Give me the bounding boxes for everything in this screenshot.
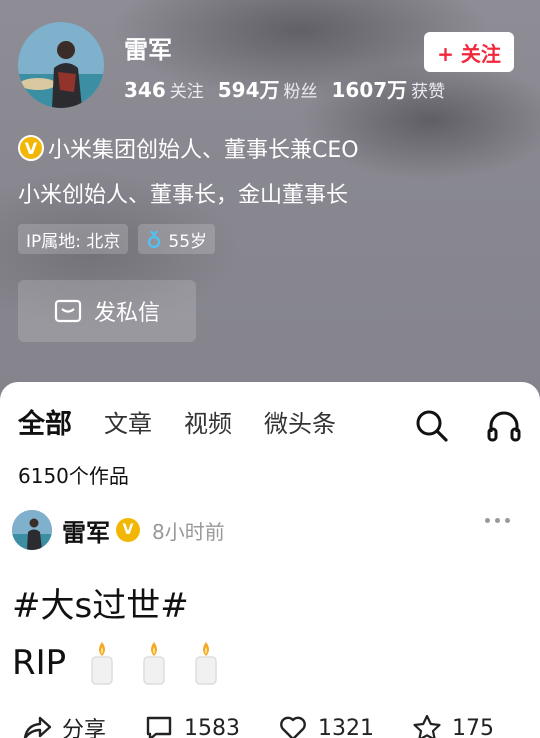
post-body: RIP	[12, 640, 222, 686]
age-text: 55岁	[168, 231, 208, 252]
favorite-count: 175	[452, 715, 495, 738]
stat-label: 获赞	[411, 82, 446, 102]
candle-icon	[86, 640, 118, 686]
stat-following[interactable]: 346 关注	[124, 77, 204, 102]
tab-videos[interactable]: 视频	[184, 404, 232, 439]
follow-button[interactable]: + 关注	[424, 32, 514, 72]
stat-value: 1607万	[331, 78, 408, 102]
post-header: 雷军 V 8小时前	[12, 510, 528, 550]
stat-label: 粉丝	[283, 82, 318, 102]
stat-likes: 1607万 获赞	[332, 74, 446, 103]
verification-text: 小米集团创始人、董事长兼CEO	[48, 138, 359, 163]
share-icon	[22, 714, 52, 738]
content-panel: 全部 文章 视频 微头条 6150个作品 雷军 V 8小时前 #大s过世# RI…	[0, 382, 540, 738]
candle-icon	[138, 640, 170, 686]
comment-button[interactable]: 1583	[144, 714, 240, 738]
candle-icon	[190, 640, 222, 686]
stat-value: 346	[124, 78, 166, 102]
comment-icon	[144, 714, 174, 738]
post-time: 8小时前	[152, 519, 225, 544]
headphones-icon[interactable]	[486, 408, 522, 448]
tab-all[interactable]: 全部	[18, 402, 72, 441]
tab-articles[interactable]: 文章	[104, 404, 152, 439]
content-tabs: 全部 文章 视频 微头条	[18, 402, 368, 441]
message-button[interactable]: 发私信	[18, 280, 196, 342]
share-button[interactable]: 分享	[22, 712, 106, 738]
male-icon	[146, 229, 162, 249]
post-actions: 分享 1583 1321 175	[22, 712, 522, 738]
works-count: 6150个作品	[18, 464, 129, 488]
post-author-avatar[interactable]	[12, 510, 52, 550]
mail-icon	[54, 299, 82, 323]
comment-count: 1583	[184, 715, 241, 738]
profile-avatar[interactable]	[18, 22, 104, 108]
age-tag: 55岁	[138, 224, 216, 254]
post-body-text: RIP	[12, 643, 67, 683]
heart-icon	[278, 714, 308, 738]
post-hashtag-title[interactable]: #大s过世#	[12, 578, 189, 627]
more-options-icon[interactable]	[485, 518, 510, 523]
verification-line: V 小米集团创始人、董事长兼CEO	[18, 132, 359, 164]
stat-label: 关注	[169, 82, 204, 102]
verified-icon: V	[18, 135, 44, 161]
profile-name: 雷军	[124, 36, 172, 64]
like-button[interactable]: 1321	[278, 714, 374, 738]
message-label: 发私信	[93, 301, 160, 326]
stat-value: 594万	[217, 78, 280, 102]
search-icon[interactable]	[414, 408, 450, 448]
profile-tags: IP属地: 北京 55岁	[18, 224, 216, 254]
profile-stats: 346 关注 594万 粉丝 1607万 获赞	[124, 74, 459, 103]
stat-followers[interactable]: 594万 粉丝	[218, 74, 318, 103]
share-label: 分享	[62, 718, 107, 738]
star-icon	[412, 714, 442, 738]
profile-bio: 小米创始人、董事长，金山董事长	[18, 183, 349, 208]
verified-icon: V	[116, 518, 140, 542]
post-author-name[interactable]: 雷军	[62, 513, 110, 548]
ip-location-tag: IP属地: 北京	[18, 224, 129, 254]
favorite-button[interactable]: 175	[412, 714, 494, 738]
ip-location-text: IP属地: 北京	[26, 231, 121, 252]
like-count: 1321	[318, 715, 375, 738]
tab-micro-posts[interactable]: 微头条	[264, 404, 336, 439]
